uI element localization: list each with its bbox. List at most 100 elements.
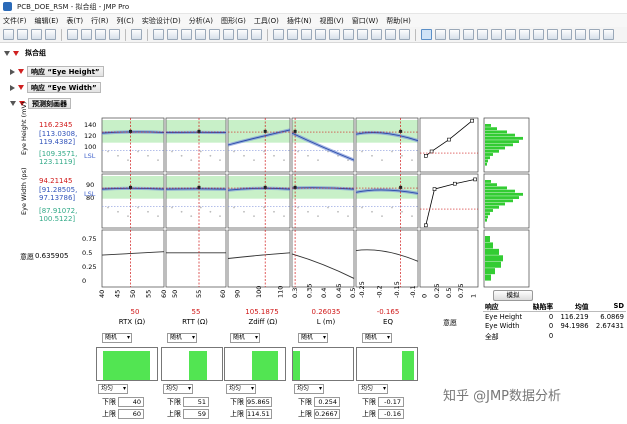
triangle-icon[interactable]: [273, 29, 284, 40]
crosshair-tool-icon[interactable]: [533, 29, 544, 40]
lower-limit-input[interactable]: 51: [183, 397, 209, 407]
menu-view[interactable]: 视图(V): [320, 16, 344, 26]
fit-model-icon[interactable]: [315, 29, 326, 40]
grabber-tool-icon[interactable]: [477, 29, 488, 40]
new-table-icon[interactable]: [3, 29, 14, 40]
menu-tools[interactable]: 工具(O): [254, 16, 279, 26]
scatterplot-3d-icon[interactable]: [357, 29, 368, 40]
random-dropdown[interactable]: 随机: [362, 333, 392, 343]
sort-icon[interactable]: [223, 29, 234, 40]
project-icon[interactable]: [181, 29, 192, 40]
histogram-bar: [485, 205, 499, 209]
distribution-preview[interactable]: [161, 347, 223, 381]
distribution-preview[interactable]: [96, 347, 158, 381]
menu-file[interactable]: 文件(F): [3, 16, 27, 26]
simple-shape-tool-icon[interactable]: [575, 29, 586, 40]
upper-limit-input[interactable]: 114.51: [246, 409, 272, 419]
distribution-type-dropdown[interactable]: 均匀: [294, 384, 324, 394]
zdiff-value[interactable]: 105.1875: [237, 308, 287, 316]
paste-icon[interactable]: [95, 29, 106, 40]
control-chart-icon[interactable]: [371, 29, 382, 40]
random-dropdown[interactable]: 随机: [298, 333, 328, 343]
fit-y-by-x-icon[interactable]: [301, 29, 312, 40]
distribution-preview[interactable]: [356, 347, 418, 381]
distribution-type-dropdown[interactable]: 均匀: [226, 384, 256, 394]
data-table-icon[interactable]: [153, 29, 164, 40]
l-value[interactable]: 0.26035: [303, 308, 349, 316]
x-tick-label: 90: [233, 290, 241, 298]
menu-table[interactable]: 表(T): [66, 16, 83, 26]
distribution-preview[interactable]: [292, 347, 354, 381]
red-triangle-menu-icon[interactable]: [18, 69, 24, 74]
copy-icon[interactable]: [81, 29, 92, 40]
collapse-triangle-icon[interactable]: [10, 101, 16, 106]
cluster-icon[interactable]: [399, 29, 410, 40]
lower-limit-input[interactable]: 95.865: [246, 397, 272, 407]
distribution-icon[interactable]: [287, 29, 298, 40]
profiler-icon[interactable]: [385, 29, 396, 40]
split-icon[interactable]: [251, 29, 262, 40]
save-all-icon[interactable]: [45, 29, 56, 40]
data-point-marker: [197, 185, 201, 189]
run-script-icon[interactable]: [209, 29, 220, 40]
lasso-tool-icon[interactable]: [505, 29, 516, 40]
brush-tool-icon[interactable]: [491, 29, 502, 40]
menu-rows[interactable]: 行(R): [91, 16, 108, 26]
stack-icon[interactable]: [237, 29, 248, 40]
lower-limit-input[interactable]: 0.254: [314, 397, 340, 407]
lower-limit-label: 下限: [102, 398, 116, 406]
red-triangle-menu-icon[interactable]: [13, 51, 19, 56]
menu-addins[interactable]: 插件(N): [287, 16, 312, 26]
graph-builder-icon[interactable]: [329, 29, 340, 40]
save-icon[interactable]: [31, 29, 42, 40]
help-tool-icon[interactable]: [435, 29, 446, 40]
line-tool-icon[interactable]: [547, 29, 558, 40]
script-icon[interactable]: [167, 29, 178, 40]
upper-limit-input[interactable]: -0.16: [378, 409, 404, 419]
lower-limit-input[interactable]: -0.17: [378, 397, 404, 407]
bubble-plot-icon[interactable]: [343, 29, 354, 40]
rtx-value[interactable]: 50: [120, 308, 150, 316]
annotate-tool-icon[interactable]: [561, 29, 572, 40]
arrow-tool-icon[interactable]: [421, 29, 432, 40]
lower-limit-input[interactable]: 40: [118, 397, 144, 407]
open-folder-icon[interactable]: [17, 29, 28, 40]
random-dropdown[interactable]: 随机: [102, 333, 132, 343]
distribution-type-dropdown[interactable]: 均匀: [163, 384, 193, 394]
rtt-value[interactable]: 55: [181, 308, 211, 316]
menu-analyze[interactable]: 分析(A): [189, 16, 213, 26]
desirability-handle: [423, 223, 428, 228]
upper-limit-input[interactable]: 59: [183, 409, 209, 419]
menu-window[interactable]: 窗口(W): [352, 16, 378, 26]
histogram-bar: [485, 124, 491, 127]
upper-limit-label: 上限: [167, 410, 181, 418]
expand-triangle-icon[interactable]: [10, 84, 15, 91]
menu-cols[interactable]: 列(C): [116, 16, 133, 26]
distribution-preview[interactable]: [224, 347, 286, 381]
menu-doe[interactable]: 实验设计(D): [142, 16, 181, 26]
collapse-triangle-icon[interactable]: [4, 51, 10, 56]
selection-tool-icon[interactable]: [449, 29, 460, 40]
upper-limit-input[interactable]: 60: [118, 409, 144, 419]
menu-edit[interactable]: 编辑(E): [35, 16, 59, 26]
lock-icon[interactable]: [195, 29, 206, 40]
distribution-type-dropdown[interactable]: 均匀: [358, 384, 388, 394]
red-triangle-menu-icon[interactable]: [18, 85, 24, 90]
scroller-tool-icon[interactable]: [463, 29, 474, 40]
random-dropdown[interactable]: 随机: [230, 333, 260, 343]
journal-icon[interactable]: [109, 29, 120, 40]
menu-help[interactable]: 帮助(H): [386, 16, 411, 26]
search-icon[interactable]: [131, 29, 142, 40]
upper-limit-input[interactable]: 0.2667: [314, 409, 340, 419]
list-icon[interactable]: [603, 29, 614, 40]
polygon-tool-icon[interactable]: [589, 29, 600, 40]
cut-icon[interactable]: [67, 29, 78, 40]
distribution-type-dropdown[interactable]: 均匀: [98, 384, 128, 394]
expand-triangle-icon[interactable]: [10, 68, 15, 75]
random-dropdown[interactable]: 随机: [167, 333, 197, 343]
eq-value[interactable]: -0.165: [368, 308, 408, 316]
simulate-button[interactable]: 模拟: [493, 290, 533, 301]
menu-graph[interactable]: 图形(G): [221, 16, 246, 26]
magnifier-tool-icon[interactable]: [519, 29, 530, 40]
outline-fit-group: 拟合组: [0, 47, 627, 60]
